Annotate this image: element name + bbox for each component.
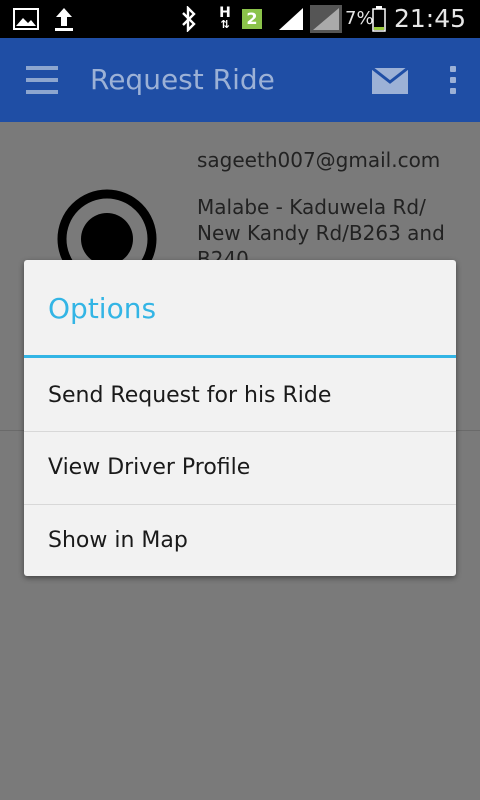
option-view-driver-profile[interactable]: View Driver Profile bbox=[24, 432, 456, 504]
signal-strength-secondary-icon bbox=[308, 0, 344, 38]
page-title: Request Ride bbox=[90, 63, 275, 96]
action-bar: Request Ride bbox=[0, 38, 480, 122]
option-show-in-map[interactable]: Show in Map bbox=[24, 505, 456, 577]
gallery-notification-icon bbox=[12, 0, 40, 38]
driver-email: sageeth007@gmail.com bbox=[197, 148, 441, 172]
option-send-request[interactable]: Send Request for his Ride bbox=[24, 360, 456, 432]
notification-badge: 2 bbox=[242, 9, 262, 29]
dialog-title-divider bbox=[24, 355, 456, 358]
network-type-icon: H ⇅ bbox=[219, 5, 231, 31]
clock: 21:45 bbox=[393, 4, 466, 33]
bluetooth-icon bbox=[178, 0, 200, 38]
upload-icon bbox=[52, 0, 76, 38]
menu-icon[interactable] bbox=[26, 66, 58, 94]
dialog-title: Options bbox=[48, 292, 157, 325]
signal-strength-icon bbox=[276, 0, 306, 38]
overflow-menu-icon[interactable] bbox=[450, 66, 456, 94]
status-bar: H ⇅ 2 7% 21:45 bbox=[0, 0, 480, 38]
battery-icon bbox=[370, 0, 388, 38]
mail-icon[interactable] bbox=[371, 66, 409, 98]
options-dialog: Options Send Request for his Ride View D… bbox=[24, 260, 456, 576]
